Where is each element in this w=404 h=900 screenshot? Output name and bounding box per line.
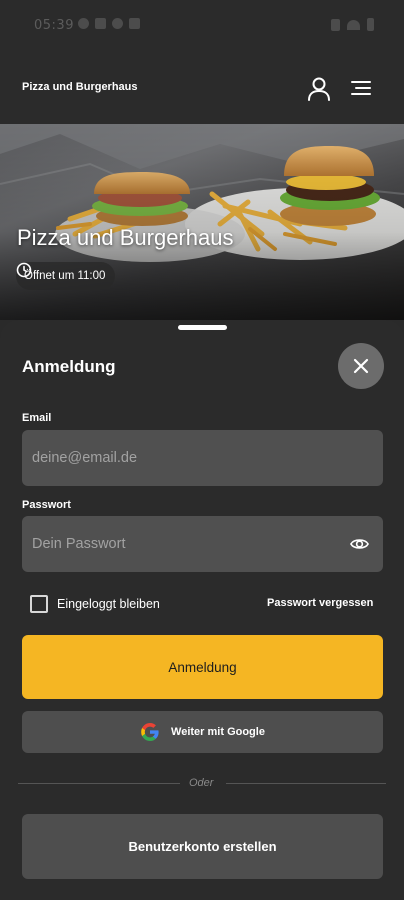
- vibrate-icon: [331, 18, 340, 31]
- password-field[interactable]: [22, 516, 383, 572]
- close-icon: [353, 358, 369, 374]
- notification-icon: [129, 18, 140, 29]
- login-bottom-sheet: Anmeldung Email Passwort Eingeloggt blei…: [0, 320, 404, 900]
- forgot-password-link[interactable]: Passwort vergessen: [267, 597, 373, 609]
- password-label: Passwort: [22, 499, 71, 511]
- app-header: Pizza und Burgerhaus: [0, 52, 404, 124]
- create-account-button[interactable]: Benutzerkonto erstellen: [22, 814, 383, 879]
- remember-me-checkbox[interactable]: [30, 595, 48, 613]
- remember-me-label[interactable]: Eingeloggt bleiben: [57, 597, 160, 611]
- sheet-drag-handle[interactable]: [178, 325, 227, 330]
- notification-icons: [78, 18, 140, 29]
- divider-right: [226, 783, 386, 784]
- user-icon: [308, 77, 330, 101]
- clock-icon: [16, 262, 32, 278]
- google-login-button[interactable]: Weiter mit Google: [22, 711, 383, 753]
- eye-icon[interactable]: [350, 535, 369, 553]
- email-field-container: [22, 430, 383, 486]
- divider-left: [18, 783, 180, 784]
- email-label: Email: [22, 412, 52, 424]
- create-account-label: Benutzerkonto erstellen: [128, 839, 277, 854]
- restaurant-name: Pizza und Burgerhaus: [17, 225, 234, 250]
- notification-icon: [95, 18, 106, 29]
- battery-icon: [367, 18, 374, 31]
- account-button[interactable]: [304, 74, 334, 104]
- notification-icon: [78, 18, 89, 29]
- opening-hours-badge: Öffnet um 11:00: [16, 262, 116, 290]
- notification-icon: [112, 18, 123, 29]
- divider-text: Oder: [189, 777, 214, 789]
- login-button-label: Anmeldung: [168, 659, 237, 675]
- login-button[interactable]: Anmeldung: [22, 635, 383, 699]
- close-button[interactable]: [338, 343, 384, 389]
- login-title: Anmeldung: [22, 357, 116, 376]
- google-icon: [141, 723, 159, 741]
- email-field[interactable]: [22, 430, 383, 486]
- status-bar: 05:39: [0, 0, 404, 52]
- wifi-icon: [347, 19, 360, 30]
- google-button-label: Weiter mit Google: [171, 726, 265, 738]
- status-time: 05:39: [34, 18, 74, 33]
- system-icons: [331, 18, 374, 31]
- hamburger-menu-icon: [351, 81, 371, 95]
- app-title: Pizza und Burgerhaus: [22, 81, 138, 93]
- password-field-container: [22, 516, 383, 572]
- menu-button[interactable]: [348, 76, 374, 100]
- restaurant-hero-image: Pizza und Burgerhaus Öffnet um 11:00: [0, 124, 404, 320]
- burger-photo-illustration: [0, 124, 404, 320]
- opening-hours-text: Öffnet um 11:00: [24, 270, 106, 282]
